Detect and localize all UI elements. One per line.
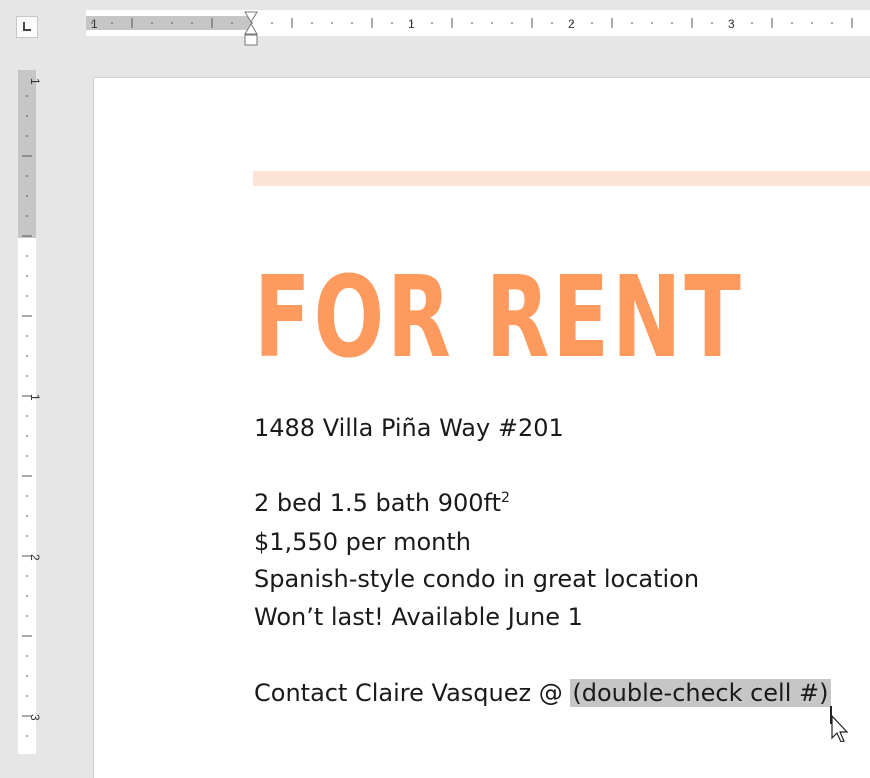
superscript: 2 — [501, 490, 510, 506]
ruler-top-margin — [18, 70, 36, 238]
mouse-pointer-icon — [830, 706, 849, 742]
ruler-label: 1 — [28, 394, 42, 401]
ruler-label: 3 — [728, 17, 735, 31]
description-line[interactable]: Spanish-style condo in great location — [254, 564, 699, 594]
ruler-label: 1 — [28, 78, 42, 85]
price-line[interactable]: $1,550 per month — [254, 527, 471, 557]
ruler-label: 1 — [91, 17, 98, 31]
ruler-label: 1 — [408, 17, 415, 31]
specs-text: 2 bed 1.5 bath 900ft — [254, 489, 501, 517]
ruler-label: 3 — [28, 714, 42, 721]
ruler-left-margin — [86, 16, 251, 30]
contact-line[interactable]: Contact Claire Vasquez @ (double-check c… — [254, 678, 831, 708]
ruler-label: 2 — [28, 554, 42, 561]
ruler-label: 2 — [568, 17, 575, 31]
horizontal-ruler[interactable]: 1 1 2 3 — [0, 0, 870, 50]
address-line[interactable]: 1488 Villa Piña Way #201 — [254, 413, 564, 443]
specs-line[interactable]: 2 bed 1.5 bath 900ft2 — [254, 488, 510, 518]
contact-text: Contact Claire Vasquez @ — [254, 679, 571, 707]
vertical-ruler[interactable]: 1 1 2 3 — [0, 0, 50, 754]
selected-text[interactable]: (double-check cell #) — [570, 679, 831, 707]
accent-bar — [253, 171, 870, 186]
availability-line[interactable]: Won’t last! Available June 1 — [254, 602, 583, 632]
headline[interactable]: FOR RENT — [254, 248, 744, 388]
